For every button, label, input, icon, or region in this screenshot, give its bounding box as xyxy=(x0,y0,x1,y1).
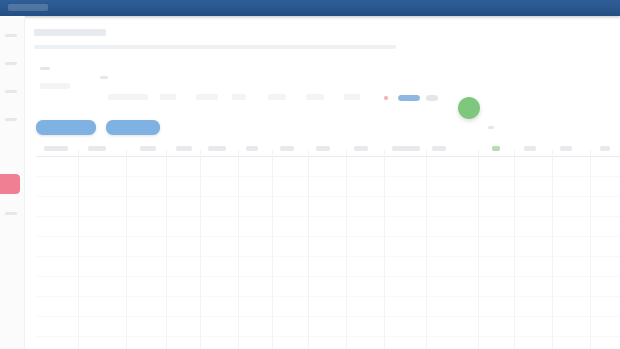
table-row[interactable] xyxy=(36,276,620,277)
column-header[interactable] xyxy=(246,146,258,151)
sidebar-item[interactable] xyxy=(5,212,17,215)
column-divider xyxy=(126,150,127,349)
table-row[interactable] xyxy=(36,296,620,297)
column-header[interactable] xyxy=(140,146,156,151)
filter-select[interactable] xyxy=(108,94,148,100)
primary-action-button[interactable] xyxy=(36,120,96,135)
column-divider xyxy=(200,150,201,349)
column-divider xyxy=(514,150,515,349)
column-header[interactable] xyxy=(492,146,500,151)
column-header[interactable] xyxy=(392,146,420,151)
column-header[interactable] xyxy=(354,146,368,151)
filter-input[interactable] xyxy=(40,83,70,89)
app-logo[interactable] xyxy=(8,4,48,11)
table-header-divider xyxy=(36,156,620,157)
sidebar-item[interactable] xyxy=(5,34,17,37)
table-row[interactable] xyxy=(36,256,620,257)
column-header[interactable] xyxy=(88,146,106,151)
filter-select[interactable] xyxy=(232,94,246,100)
column-header[interactable] xyxy=(560,146,572,151)
column-divider xyxy=(238,150,239,349)
sidebar-alert-badge[interactable] xyxy=(0,174,20,194)
column-divider xyxy=(552,150,553,349)
column-divider xyxy=(272,150,273,349)
table-row[interactable] xyxy=(36,236,620,237)
column-divider xyxy=(78,150,79,349)
sidebar-item[interactable] xyxy=(5,118,17,121)
add-fab-button[interactable] xyxy=(458,97,480,119)
status-dot-red xyxy=(384,96,388,100)
column-divider xyxy=(166,150,167,349)
secondary-action-button[interactable] xyxy=(106,120,160,135)
column-divider xyxy=(346,150,347,349)
filter-select[interactable] xyxy=(344,94,360,100)
filter-select[interactable] xyxy=(196,94,218,100)
column-header[interactable] xyxy=(280,146,294,151)
table-row[interactable] xyxy=(36,316,620,317)
fab-caption xyxy=(488,126,494,129)
column-header[interactable] xyxy=(432,146,446,151)
column-divider xyxy=(384,150,385,349)
sidebar-item[interactable] xyxy=(5,90,17,93)
column-header[interactable] xyxy=(208,146,226,151)
column-header[interactable] xyxy=(44,146,68,151)
filter-select[interactable] xyxy=(160,94,176,100)
column-header[interactable] xyxy=(176,146,192,151)
column-header[interactable] xyxy=(600,146,610,151)
page-description xyxy=(34,45,396,49)
column-divider xyxy=(478,150,479,349)
table-row[interactable] xyxy=(36,196,620,197)
table-row[interactable] xyxy=(36,336,620,337)
filter-select[interactable] xyxy=(306,94,324,100)
column-divider xyxy=(426,150,427,349)
top-navigation-bar xyxy=(0,0,620,16)
filter-label xyxy=(40,67,50,70)
page-title xyxy=(34,29,106,36)
column-header[interactable] xyxy=(316,146,330,151)
column-divider xyxy=(590,150,591,349)
filter-chip[interactable] xyxy=(398,95,420,101)
table-row[interactable] xyxy=(36,176,620,177)
table-row[interactable] xyxy=(36,216,620,217)
filter-select[interactable] xyxy=(268,94,286,100)
sidebar-item[interactable] xyxy=(5,62,17,65)
filter-label xyxy=(100,76,108,79)
column-divider xyxy=(308,150,309,349)
column-header[interactable] xyxy=(524,146,536,151)
filter-toggle[interactable] xyxy=(426,95,438,101)
